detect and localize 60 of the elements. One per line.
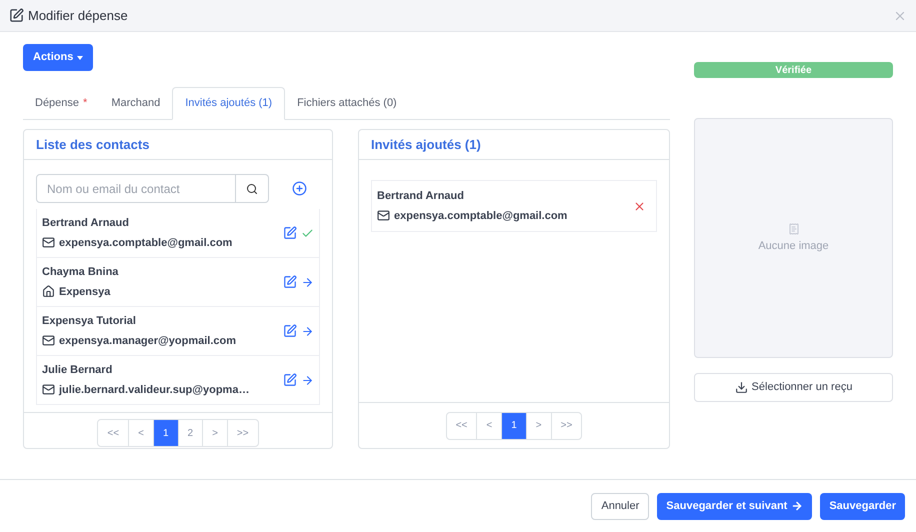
page-button[interactable]: 1 (502, 412, 527, 438)
panel-title: Liste des contacts (36, 136, 150, 154)
actions-button[interactable]: Actions (23, 44, 94, 71)
contact-item[interactable]: Expensya Tutorial expensya.manager@yopmail.com (36, 306, 320, 356)
page-button[interactable]: 2 (178, 420, 204, 446)
arrow-icon[interactable] (301, 324, 314, 338)
edit-icon[interactable] (283, 373, 297, 387)
page-button[interactable]: > (203, 420, 228, 446)
arrow-icon[interactable] (301, 276, 314, 288)
add-icon[interactable] (292, 181, 307, 196)
edit-icon[interactable] (283, 324, 297, 338)
contact-name: Julie Bernard (42, 363, 114, 378)
empty-text: Aucune image (758, 238, 829, 254)
contact-item[interactable]: Chayma Bnina Expensya (36, 257, 320, 307)
envelope-icon (42, 383, 55, 396)
contact-detail: julie.bernard.valideur.sup@yopma… (59, 382, 250, 398)
window-title: Modifier dépense (28, 6, 128, 25)
tab[interactable]: Marchand (99, 87, 172, 120)
receipt-icon (788, 222, 800, 236)
contact-detail: expensya.comptable@gmail.com (59, 236, 232, 250)
search-field[interactable]: Nom ou email du contact (36, 174, 236, 203)
edit-icon[interactable] (283, 275, 297, 289)
edit-icon (9, 8, 24, 23)
search-button[interactable] (236, 174, 269, 203)
contact-item[interactable]: Bertrand Arnaud expensya.comptable@gmail.com (36, 209, 320, 258)
status-badge: Vérifiée (694, 62, 893, 78)
house-icon (42, 285, 55, 298)
panel-title: Invités ajoutés (1) (371, 136, 481, 154)
edit-icon[interactable] (283, 226, 297, 240)
save-next-button[interactable]: Sauvegarder et suivant (657, 492, 812, 520)
envelope-icon (42, 334, 55, 348)
caret-icon (77, 56, 84, 60)
contact-name: Expensya Tutorial (42, 314, 137, 329)
download-icon (734, 381, 748, 394)
remove-icon[interactable] (633, 200, 646, 212)
contact-name: Chayma Bnina (42, 265, 120, 280)
tab[interactable]: Fichiers attachés (0) (285, 87, 409, 120)
arrow-icon[interactable] (301, 374, 314, 386)
envelope-icon (42, 236, 55, 250)
page-button[interactable]: >> (552, 412, 582, 438)
tab[interactable]: Invités ajoutés (1) (172, 87, 286, 120)
contact-detail: Expensya (59, 284, 110, 300)
cancel-button[interactable]: Annuler (591, 492, 650, 520)
contact-detail: expensya.manager@yopmail.com (59, 334, 236, 348)
select-receipt-button[interactable]: Sélectionner un reçu (694, 373, 893, 402)
save-button[interactable]: Sauvegarder (820, 492, 905, 520)
page-button[interactable]: >> (228, 420, 258, 446)
contact-name: Bertrand Arnaud (42, 216, 130, 231)
contact-detail: expensya.comptable@gmail.com (394, 208, 568, 224)
page-button[interactable]: > (526, 412, 552, 438)
contact-name: Bertrand Arnaud (377, 189, 465, 204)
page-button[interactable]: << (98, 420, 130, 446)
page-button[interactable]: 1 (154, 420, 178, 446)
search-icon (246, 182, 258, 194)
page-button[interactable]: << (446, 412, 478, 438)
arrow-icon (791, 500, 804, 512)
required-mark: * (83, 97, 88, 110)
envelope-icon (377, 209, 390, 222)
tab[interactable]: Dépense * (23, 87, 100, 120)
contact-item[interactable]: Julie Bernard julie.bernard.valideur.sup@yopma… (36, 355, 320, 405)
